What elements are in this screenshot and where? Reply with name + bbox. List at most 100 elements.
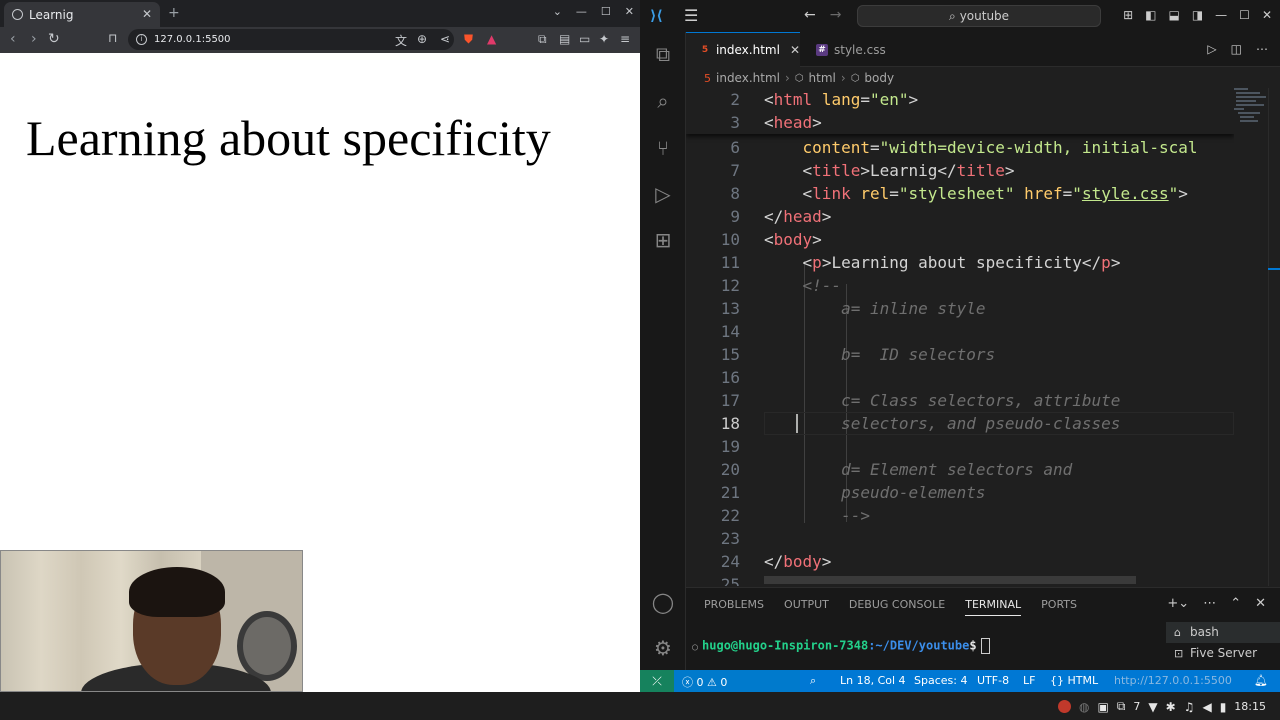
- close-tab-button[interactable]: ✕: [142, 7, 152, 21]
- network-icon[interactable]: ⧉: [1117, 699, 1126, 714]
- run-debug-icon[interactable]: ▷: [651, 182, 675, 206]
- share-icon[interactable]: ⋖: [440, 32, 450, 46]
- horizontal-scrollbar[interactable]: [764, 576, 1136, 584]
- breadcrumb-item[interactable]: html: [809, 71, 836, 85]
- maximize-button[interactable]: ☐: [601, 5, 611, 18]
- wifi-icon[interactable]: ▼: [1148, 700, 1157, 714]
- extensions-icon[interactable]: ⊞: [651, 228, 675, 252]
- breadcrumb-item[interactable]: index.html: [716, 71, 780, 85]
- close-window-button[interactable]: ✕: [1262, 8, 1272, 22]
- tab-list-chevron-icon[interactable]: ⌄: [553, 5, 562, 18]
- terminal-output[interactable]: ○ hugo@hugo-Inspiron-7348:~/DEV/youtube$: [692, 638, 990, 654]
- terminal-item-bash[interactable]: ⌂ bash: [1166, 622, 1280, 643]
- translate-icon[interactable]: 文: [395, 32, 407, 49]
- record-icon[interactable]: ◍: [1079, 700, 1089, 714]
- new-terminal-icon[interactable]: +⌄: [1167, 596, 1189, 611]
- close-window-button[interactable]: ✕: [625, 5, 634, 18]
- bluetooth-icon[interactable]: ✱: [1166, 700, 1176, 714]
- customize-layout-icon[interactable]: ⊞: [1123, 8, 1133, 22]
- new-tab-button[interactable]: +: [168, 5, 180, 21]
- maximize-button[interactable]: ☐: [1239, 8, 1250, 22]
- maximize-panel-icon[interactable]: ⌃: [1230, 596, 1241, 611]
- tab-index-html[interactable]: 5 index.html ✕: [686, 32, 800, 67]
- toggle-panel-icon[interactable]: ⬓: [1168, 8, 1179, 22]
- close-tab-icon[interactable]: ✕: [790, 43, 800, 57]
- zoom-icon[interactable]: ⊕: [417, 32, 427, 46]
- chevron-right-icon: ›: [840, 71, 846, 85]
- reload-icon[interactable]: ↻: [48, 31, 60, 47]
- minimize-button[interactable]: —: [1215, 8, 1227, 22]
- tab-debug-console[interactable]: DEBUG CONSOLE: [849, 598, 945, 616]
- browser-tab[interactable]: Learnig ✕: [4, 2, 160, 27]
- gear-icon[interactable]: ⚙: [651, 636, 675, 660]
- tab-problems[interactable]: PROBLEMS: [704, 598, 764, 616]
- panel-tabs: PROBLEMS OUTPUT DEBUG CONSOLE TERMINAL P…: [704, 598, 1077, 616]
- minimize-button[interactable]: —: [576, 5, 587, 18]
- terminal-item-five-server[interactable]: ⊡ Five Server: [1166, 643, 1280, 664]
- account-icon[interactable]: ◯: [651, 590, 675, 614]
- element-icon: ⬡: [850, 72, 860, 84]
- sidebar-icon[interactable]: ▤: [559, 32, 570, 46]
- tab-style-css[interactable]: # style.css: [802, 32, 902, 67]
- forward-arrow-icon[interactable]: ›: [31, 31, 37, 47]
- status-indentation[interactable]: Spaces: 4: [914, 674, 967, 687]
- terminal-name: Five Server: [1190, 646, 1258, 660]
- code-line: 10 <body>: [720, 230, 822, 249]
- tray-app-icon[interactable]: [1057, 700, 1071, 713]
- back-arrow-icon[interactable]: ‹: [10, 31, 16, 47]
- brave-shield-icon[interactable]: ⛊: [464, 32, 473, 47]
- status-encoding[interactable]: UTF-8: [977, 674, 1009, 687]
- tab-ports[interactable]: PORTS: [1041, 598, 1077, 616]
- battery-icon[interactable]: ▮: [1220, 700, 1227, 714]
- css-icon: #: [816, 43, 828, 56]
- code-editor[interactable]: 2 <html lang="en"> 3 <head> 6 content="wid…: [686, 88, 1234, 586]
- back-arrow-icon[interactable]: ←: [804, 7, 816, 23]
- tab-output[interactable]: OUTPUT: [784, 598, 829, 616]
- explorer-icon[interactable]: ⧉: [651, 42, 675, 66]
- bottom-panel: PROBLEMS OUTPUT DEBUG CONSOLE TERMINAL P…: [686, 587, 1280, 670]
- minimap[interactable]: [1234, 88, 1272, 148]
- more-actions-icon[interactable]: ⋯: [1203, 596, 1216, 611]
- site-info-icon[interactable]: i: [136, 34, 147, 45]
- toggle-sidebar-icon[interactable]: ◧: [1145, 8, 1156, 22]
- extensions-icon[interactable]: ⧉: [538, 32, 547, 47]
- source-control-icon[interactable]: ⑂: [651, 136, 675, 160]
- toggle-secondary-sidebar-icon[interactable]: ◨: [1192, 8, 1203, 22]
- wallet-icon[interactable]: ▭: [579, 32, 590, 46]
- wifi-count: 7: [1133, 700, 1141, 713]
- status-problems[interactable]: ⓧ 0 ⚠ 0: [682, 674, 727, 690]
- status-language[interactable]: {} HTML: [1050, 674, 1098, 687]
- more-actions-icon[interactable]: ⋯: [1256, 42, 1268, 56]
- volume-icon[interactable]: ◀: [1202, 700, 1211, 714]
- command-center-search[interactable]: ⌕ youtube: [857, 5, 1101, 27]
- brave-rewards-icon[interactable]: ▲: [487, 32, 496, 46]
- url-text: 127.0.0.1:5500: [154, 34, 231, 45]
- leo-ai-icon[interactable]: ✦: [599, 32, 609, 46]
- menu-icon[interactable]: ☰: [684, 6, 698, 25]
- split-editor-icon[interactable]: ◫: [1231, 42, 1242, 56]
- search-icon[interactable]: ⌕: [651, 89, 675, 113]
- tab-terminal[interactable]: TERMINAL: [965, 598, 1022, 616]
- forward-arrow-icon[interactable]: →: [830, 7, 842, 23]
- remote-indicator-icon[interactable]: ⤫: [640, 670, 674, 692]
- vscode-window: ⟩⟨ ☰ ← → ⌕ youtube ⊞ ◧ ⬓ ◨ — ☐ ✕ ⧉ ⌕ ⑂ ▷…: [640, 0, 1280, 692]
- code-line: 17 c= Class selectors, attribute: [720, 391, 1121, 410]
- zoom-icon[interactable]: ⌕: [810, 674, 816, 688]
- run-icon[interactable]: ▷: [1207, 42, 1216, 56]
- bookmark-icon[interactable]: ⊓: [108, 31, 117, 45]
- notifications-bell-icon[interactable]: 🔔︎: [1254, 674, 1268, 687]
- system-taskbar: ◍ ▣ ⧉ 7 ▼ ✱ ♫ ◀ ▮ 18:15: [0, 692, 1280, 720]
- layout-controls: ⊞ ◧ ⬓ ◨ — ☐ ✕: [1123, 8, 1272, 22]
- sticky-scroll: 2 <html lang="en"> 3 <head>: [686, 88, 1234, 134]
- status-cursor-position[interactable]: Ln 18, Col 4: [840, 674, 906, 687]
- status-eol[interactable]: LF: [1023, 674, 1035, 687]
- vertical-scrollbar[interactable]: [1268, 88, 1280, 586]
- menu-icon[interactable]: ≡: [620, 32, 630, 46]
- clipboard-icon[interactable]: ▣: [1097, 700, 1108, 714]
- music-icon[interactable]: ♫: [1184, 700, 1195, 714]
- clock[interactable]: 18:15: [1234, 700, 1266, 713]
- breadcrumb-item[interactable]: body: [864, 71, 894, 85]
- status-server-url[interactable]: http://127.0.0.1:5500: [1114, 674, 1232, 687]
- html5-icon: 5: [704, 71, 711, 85]
- close-panel-icon[interactable]: ✕: [1255, 596, 1266, 611]
